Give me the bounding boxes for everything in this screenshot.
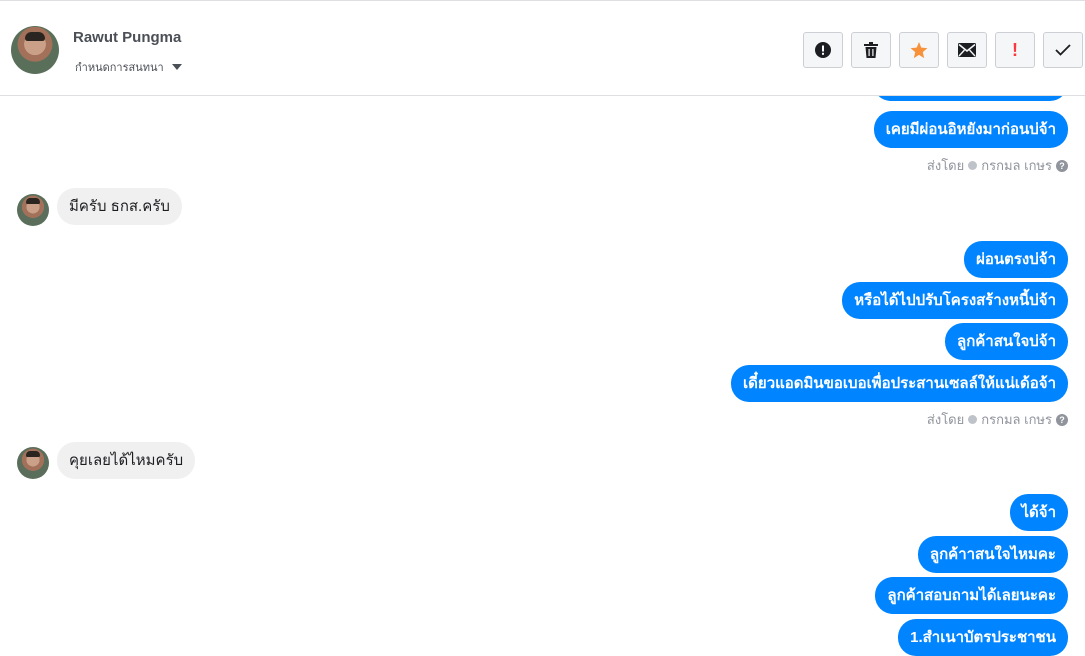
message-outgoing: ได้จ้า [1009, 494, 1068, 531]
star-button[interactable] [899, 32, 939, 68]
star-icon [910, 41, 928, 58]
contact-avatar-small [17, 194, 49, 226]
exclamation-icon: ! [1012, 40, 1018, 60]
help-icon[interactable]: ? [1056, 413, 1068, 426]
sent-by-label: ส่งโดย [926, 158, 965, 173]
sender-name[interactable]: กรกมล เกษร [981, 155, 1052, 176]
help-icon[interactable]: ? [1056, 159, 1068, 172]
status-dot-icon [968, 161, 978, 170]
header-actions: ! [803, 32, 1083, 68]
check-icon [1055, 44, 1071, 56]
conversation-header: Rawut Pungma กำหนดการสนทนา ! [0, 0, 1085, 96]
status-dot-icon [968, 415, 978, 424]
sent-by-info: ส่งโดย กรกมล เกษร ? [927, 409, 1068, 430]
trash-icon [864, 42, 878, 58]
contact-name[interactable]: Rawut Pungma [73, 29, 181, 46]
message-incoming: คุยเลยได้ไหมครับ [57, 442, 196, 479]
caret-down-icon [171, 64, 182, 70]
delete-button[interactable] [851, 32, 891, 68]
contact-avatar-small [17, 447, 49, 479]
assign-conversation-dropdown[interactable]: กำหนดการสนทนา [75, 58, 182, 76]
mark-done-button[interactable] [1043, 32, 1083, 68]
follow-up-button[interactable]: ! [995, 32, 1035, 68]
message-outgoing: ลูกค้าสนใจบ่จ้า [945, 323, 1068, 360]
sent-by-info: ส่งโดย กรกมล เกษร ? [927, 155, 1068, 176]
message-outgoing: 1.สำเนาบัตรประชาชน [898, 619, 1068, 656]
assign-label: กำหนดการสนทนา [75, 62, 164, 74]
contact-avatar[interactable] [11, 26, 59, 74]
sent-by-label: ส่งโดย [926, 412, 965, 427]
message-outgoing: ลูกค้าาสนใจไหมคะ [917, 536, 1068, 573]
message-outgoing: หรือได้ไปปรับโครงสร้างหนี้บ่จ้า [842, 282, 1068, 319]
sender-name[interactable]: กรกมล เกษร [981, 409, 1052, 430]
message-outgoing: เคยมีผ่อนอิหยังมาก่อนบ่จ้า [873, 111, 1068, 148]
message-incoming: มีครับ ธกส.ครับ [57, 188, 182, 225]
report-spam-button[interactable] [803, 32, 843, 68]
message-outgoing: เดี๋ยวแอดมินขอเบอเพื่อประสานเซลล์ให้แน่เ… [731, 365, 1068, 402]
message-outgoing: ลูกค้าสอบถามได้เลยนะคะ [875, 577, 1068, 614]
mark-unread-button[interactable] [947, 32, 987, 68]
message-outgoing: ผ่อนตรงบ่จ้า [964, 241, 1068, 278]
envelope-icon [958, 43, 976, 57]
alert-circle-icon [815, 42, 831, 58]
